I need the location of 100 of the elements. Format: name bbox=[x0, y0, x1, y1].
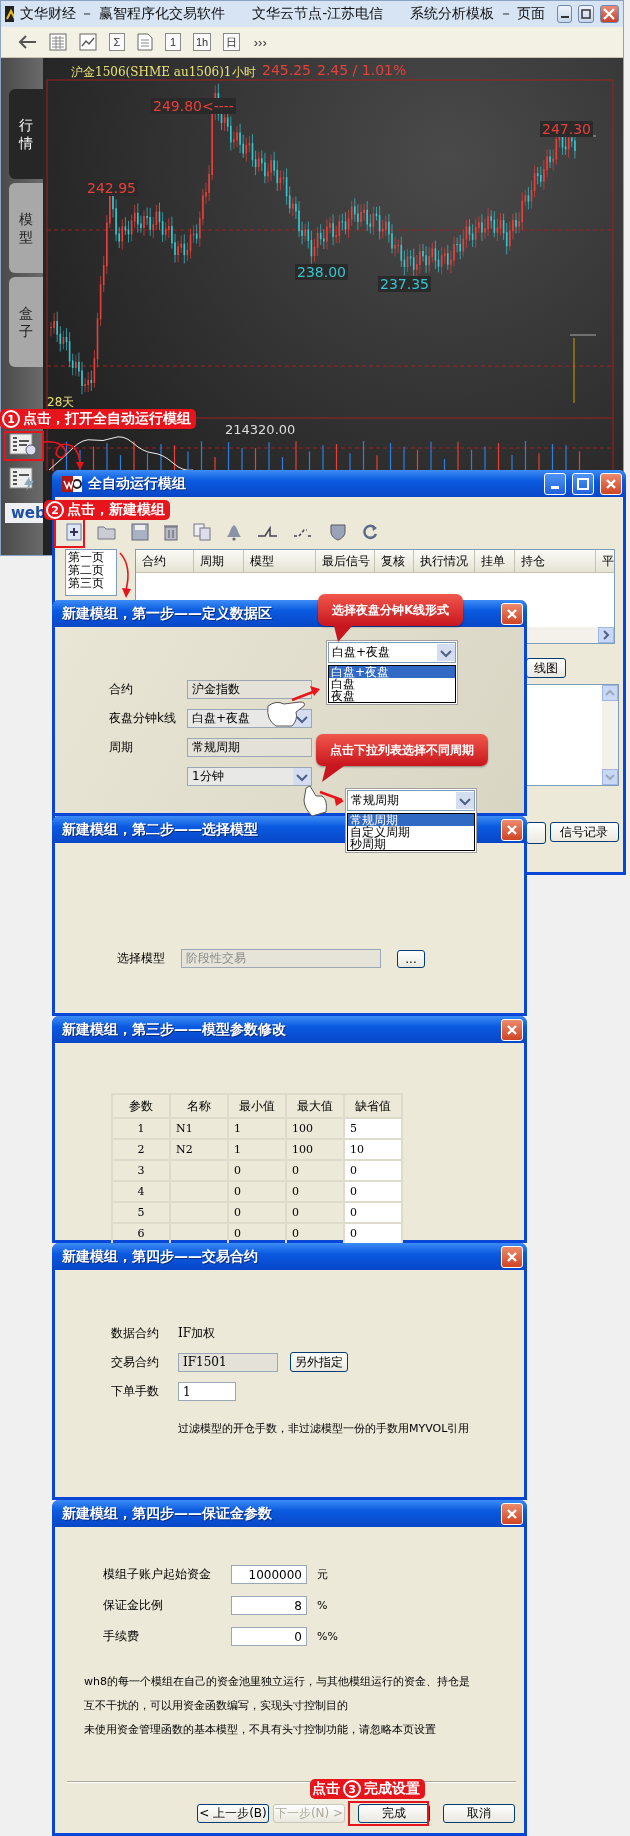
input-field[interactable]: 1000000 bbox=[231, 1565, 307, 1584]
window-title: 全自动运行模组 bbox=[88, 474, 186, 493]
price-label: 238.00 bbox=[295, 264, 348, 280]
maximize-icon bbox=[578, 9, 593, 19]
bell-icon[interactable] bbox=[225, 523, 243, 541]
log-button[interactable] bbox=[526, 822, 546, 844]
toolbar-button[interactable]: 1h bbox=[193, 33, 212, 51]
dropdown-option[interactable]: 夜盘 bbox=[329, 690, 455, 702]
table-cell: 2 bbox=[112, 1139, 170, 1160]
column-header[interactable]: 挂单 bbox=[475, 550, 515, 572]
document-icon[interactable] bbox=[137, 33, 153, 51]
column-header: 名称 bbox=[170, 1094, 228, 1118]
dropdown-option[interactable]: 白盘+夜盘 bbox=[329, 666, 455, 678]
column-header[interactable]: 复核 bbox=[375, 550, 414, 572]
price-label: 237.35 bbox=[378, 276, 431, 292]
wizard-button[interactable]: 完成 bbox=[358, 1804, 430, 1823]
wizard-button[interactable]: < 上一步(B) bbox=[197, 1804, 269, 1823]
trash-icon[interactable] bbox=[163, 523, 179, 541]
column-header[interactable]: 合约 bbox=[136, 550, 194, 572]
wizard-button[interactable]: 取消 bbox=[443, 1804, 515, 1823]
dropdown[interactable]: 常规周期 bbox=[347, 790, 475, 811]
arrow-drawing bbox=[291, 686, 320, 702]
window-title: 新建模组，第四步——保证金参数 bbox=[62, 1504, 272, 1523]
signal-up-icon[interactable] bbox=[257, 524, 279, 540]
field-label: 下单手数 bbox=[111, 1383, 159, 1400]
side-tab[interactable]: 行情 bbox=[9, 89, 43, 179]
table-cell: 0 bbox=[228, 1202, 286, 1223]
line-chart-icon[interactable] bbox=[79, 33, 97, 51]
close-button[interactable] bbox=[599, 5, 619, 23]
dropdown[interactable]: 白盘+夜盘 bbox=[328, 642, 456, 663]
tip-pointer bbox=[334, 626, 352, 642]
app-icon bbox=[62, 474, 82, 493]
side-tab[interactable]: 盒子 bbox=[9, 277, 43, 367]
unit-label: % bbox=[317, 1599, 328, 1612]
callout-text: 完成设置 bbox=[364, 1780, 420, 1798]
column-header[interactable]: 执行情况 bbox=[414, 550, 475, 572]
price-label: 249.80<---- bbox=[151, 98, 236, 114]
field-label: 夜盘分钟k线 bbox=[109, 710, 177, 727]
price-change: 2.45 / 1.01% bbox=[317, 62, 407, 78]
column-header[interactable]: 模型 bbox=[244, 550, 316, 572]
module-run-icon[interactable] bbox=[9, 467, 37, 491]
page-item[interactable]: 第一页 bbox=[68, 551, 114, 564]
step-number: 1 bbox=[2, 410, 20, 428]
input-field[interactable]: 8 bbox=[231, 1596, 307, 1615]
step-number: 3 bbox=[343, 1780, 361, 1798]
new-icon[interactable] bbox=[65, 523, 83, 541]
info-text: wh8的每一个模组在自己的资金池里独立运行，与其他模组运行的资金、持仓是 bbox=[84, 1674, 471, 1689]
input-field[interactable]: 0 bbox=[231, 1627, 307, 1646]
price-label: 242.95 bbox=[85, 180, 138, 196]
window-title: 新建模组，第三步——模型参数修改 bbox=[62, 1020, 286, 1039]
page-item[interactable]: 第三页 bbox=[68, 577, 114, 590]
field-label: 交易合约 bbox=[111, 1353, 159, 1371]
dropdown-option[interactable]: 常规周期 bbox=[348, 814, 474, 826]
info-text: 互不干扰的，可以用资金函数编写，实现头寸控制目的 bbox=[84, 1698, 349, 1713]
input-field[interactable]: 常规周期 bbox=[187, 738, 312, 757]
tip-bubble: 点击下拉列表选择不同周期 bbox=[316, 734, 488, 766]
module-icon[interactable] bbox=[9, 433, 37, 457]
tip-pointer bbox=[322, 766, 344, 782]
column-header[interactable]: 平 bbox=[596, 550, 614, 572]
chart-button[interactable]: 线图 bbox=[526, 658, 566, 678]
dropdown-option[interactable]: 白盘 bbox=[329, 678, 455, 690]
price-label: 247.30 bbox=[540, 121, 593, 137]
hand-cursor-icon bbox=[303, 785, 327, 817]
table-cell: 1 bbox=[112, 1118, 170, 1139]
refresh-icon[interactable] bbox=[361, 523, 379, 541]
input-field[interactable]: IF1501 bbox=[178, 1352, 278, 1372]
toolbar-button[interactable]: Σ bbox=[109, 33, 125, 51]
toolbar-button[interactable]: 1 bbox=[165, 33, 181, 51]
close-icon bbox=[602, 8, 617, 20]
page-item[interactable]: 第二页 bbox=[68, 564, 114, 577]
period-label: 28天 bbox=[47, 394, 75, 411]
signal-log-button[interactable]: 信号记录 bbox=[549, 822, 619, 842]
column-header: 最小值 bbox=[228, 1094, 286, 1118]
dropdown[interactable]: 1分钟 bbox=[187, 767, 312, 786]
assign-button[interactable]: 另外指定 bbox=[290, 1352, 348, 1372]
table-cell: 1 bbox=[228, 1139, 286, 1160]
more-button[interactable]: ››› bbox=[252, 33, 269, 51]
table-cell: 1 bbox=[228, 1118, 286, 1139]
maximize-button[interactable] bbox=[577, 5, 594, 23]
table-cell: 3 bbox=[112, 1160, 170, 1181]
scroll-right-button[interactable] bbox=[598, 627, 614, 643]
table-cell: 4 bbox=[112, 1181, 170, 1202]
column-header[interactable]: 周期 bbox=[194, 550, 244, 572]
minimize-button[interactable] bbox=[557, 5, 572, 23]
table-icon[interactable] bbox=[49, 33, 67, 51]
app-icon bbox=[5, 5, 14, 23]
input-field[interactable]: 沪金指数 bbox=[187, 680, 312, 699]
save-icon[interactable] bbox=[131, 523, 149, 541]
dropdown-option[interactable]: 秒周期 bbox=[348, 838, 474, 850]
copy-icon[interactable] bbox=[193, 523, 211, 541]
side-tab[interactable]: 模型 bbox=[9, 183, 43, 273]
column-header[interactable]: 持仓 bbox=[515, 550, 596, 572]
field-label: 选择模型 bbox=[117, 950, 165, 967]
table-cell: 0 bbox=[228, 1181, 286, 1202]
dropdown-option[interactable]: 自定义周期 bbox=[348, 826, 474, 838]
shield-icon[interactable] bbox=[329, 523, 347, 541]
toolbar-button[interactable]: 日 bbox=[223, 33, 241, 51]
back-arrow-icon[interactable] bbox=[17, 34, 37, 50]
input-field[interactable]: 1 bbox=[178, 1382, 236, 1401]
column-header[interactable]: 最后信号 bbox=[316, 550, 375, 572]
